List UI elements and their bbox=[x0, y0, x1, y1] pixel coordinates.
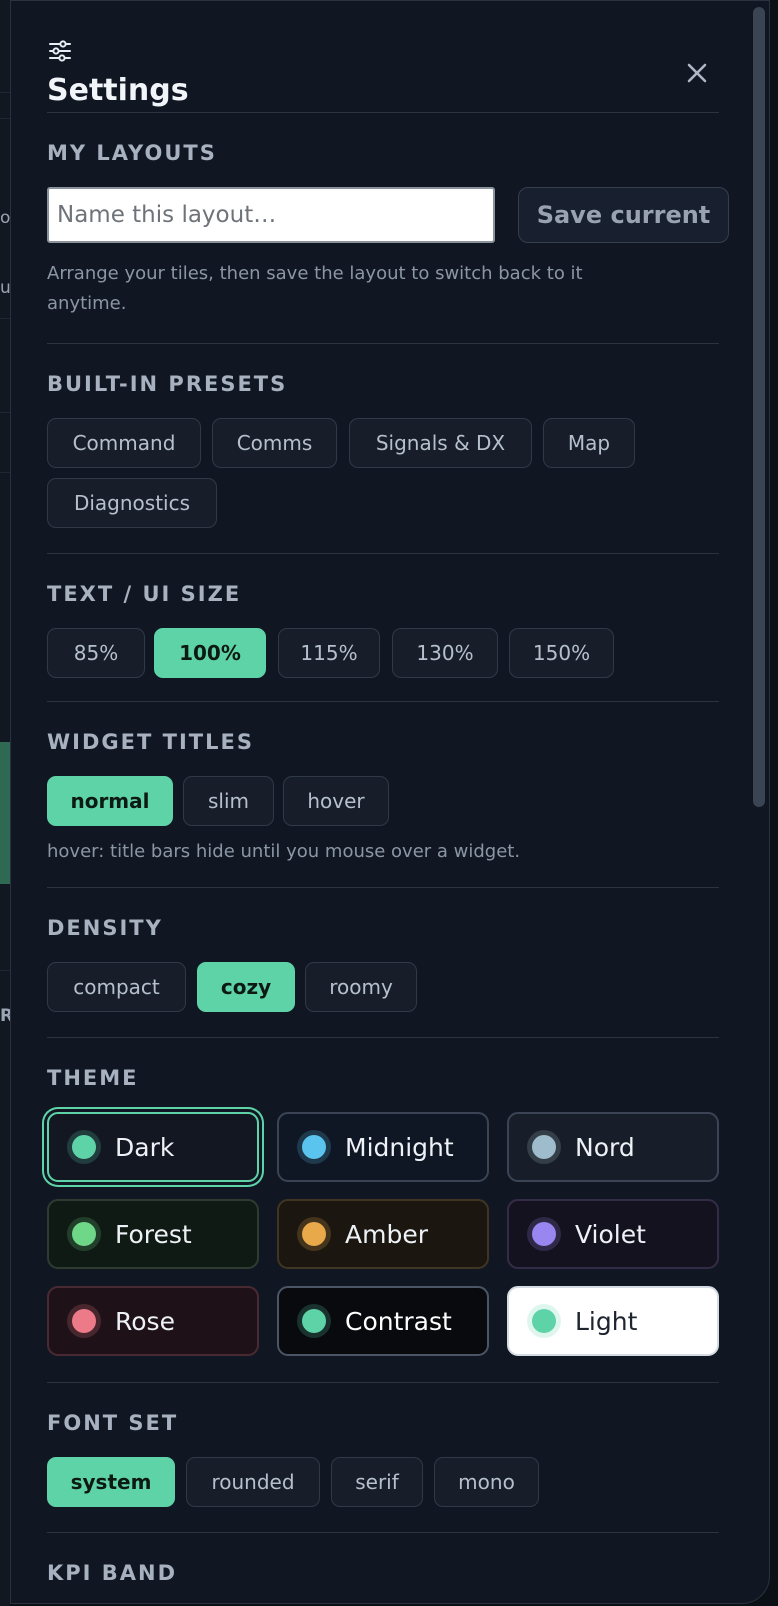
theme-label: Nord bbox=[575, 1132, 635, 1162]
density-option[interactable]: roomy bbox=[305, 962, 417, 1012]
font-option[interactable]: rounded bbox=[186, 1457, 320, 1507]
settings-content: Settings MY LAYOUTS Save current Arrange… bbox=[47, 1, 729, 1603]
preset-comms-button[interactable]: Comms bbox=[212, 418, 337, 468]
section-kpi-band: KPI BAND bbox=[47, 1533, 719, 1603]
theme-label: Midnight bbox=[345, 1132, 454, 1162]
section-title: KPI BAND bbox=[47, 1561, 178, 1585]
widget-title-option[interactable]: slim bbox=[183, 776, 274, 826]
page-title: Settings bbox=[47, 73, 189, 108]
save-current-button[interactable]: Save current bbox=[518, 187, 729, 243]
size-option[interactable]: 115% bbox=[278, 628, 380, 678]
bg-divider bbox=[0, 92, 10, 93]
density-option-selected[interactable]: cozy bbox=[197, 962, 295, 1012]
background-text: o bbox=[0, 208, 11, 228]
section-title: BUILT-IN PRESETS bbox=[47, 372, 288, 396]
theme-swatch-icon bbox=[67, 1304, 101, 1338]
section-title: WIDGET TITLES bbox=[47, 730, 254, 754]
layout-name-input[interactable] bbox=[47, 187, 495, 243]
layouts-note-line: anytime. bbox=[47, 293, 127, 314]
bg-divider bbox=[0, 118, 10, 119]
section-title: TEXT / UI SIZE bbox=[47, 582, 242, 606]
background-tile bbox=[0, 742, 10, 884]
settings-drawer: Settings MY LAYOUTS Save current Arrange… bbox=[10, 0, 770, 1604]
section-theme: THEME Dark Midnight Nord Forest Amber Vi… bbox=[47, 1038, 719, 1383]
theme-rose-button[interactable]: Rose bbox=[47, 1286, 259, 1356]
section-density: DENSITY compact cozy roomy bbox=[47, 888, 719, 1038]
preset-command-button[interactable]: Command bbox=[47, 418, 201, 468]
theme-swatch-icon bbox=[527, 1304, 561, 1338]
theme-swatch-icon bbox=[297, 1130, 331, 1164]
theme-swatch-icon bbox=[297, 1304, 331, 1338]
size-option[interactable]: 150% bbox=[509, 628, 614, 678]
font-option[interactable]: mono bbox=[434, 1457, 539, 1507]
preset-diagnostics-button[interactable]: Diagnostics bbox=[47, 478, 217, 528]
size-option[interactable]: 130% bbox=[392, 628, 498, 678]
section-widget-titles: WIDGET TITLES normal slim hover hover: t… bbox=[47, 702, 719, 888]
preset-signals-button[interactable]: Signals & DX bbox=[349, 418, 532, 468]
bg-divider bbox=[0, 412, 10, 413]
size-option[interactable]: 85% bbox=[47, 628, 145, 678]
theme-label: Contrast bbox=[345, 1306, 452, 1336]
theme-midnight-button[interactable]: Midnight bbox=[277, 1112, 489, 1182]
size-option-selected[interactable]: 100% bbox=[154, 628, 266, 678]
font-option-selected[interactable]: system bbox=[47, 1457, 175, 1507]
section-title: MY LAYOUTS bbox=[47, 141, 217, 165]
section-title: DENSITY bbox=[47, 916, 163, 940]
theme-label: Dark bbox=[115, 1132, 175, 1162]
theme-label: Amber bbox=[345, 1219, 428, 1249]
section-title: FONT SET bbox=[47, 1411, 179, 1435]
widget-titles-note: hover: title bars hide until you mouse o… bbox=[47, 841, 521, 862]
theme-nord-button[interactable]: Nord bbox=[507, 1112, 719, 1182]
sliders-icon bbox=[49, 40, 71, 62]
widget-title-option[interactable]: hover bbox=[283, 776, 389, 826]
theme-label: Forest bbox=[115, 1219, 192, 1249]
theme-dark-button[interactable]: Dark bbox=[47, 1112, 259, 1182]
section-text-size: TEXT / UI SIZE 85% 100% 115% 130% 150% bbox=[47, 554, 719, 702]
bg-divider bbox=[0, 318, 10, 319]
bg-divider bbox=[0, 970, 10, 971]
theme-label: Violet bbox=[575, 1219, 646, 1249]
theme-amber-button[interactable]: Amber bbox=[277, 1199, 489, 1269]
close-icon[interactable] bbox=[683, 59, 711, 87]
widget-title-option-selected[interactable]: normal bbox=[47, 776, 173, 826]
theme-swatch-icon bbox=[527, 1130, 561, 1164]
settings-header: Settings bbox=[47, 1, 719, 113]
layouts-note: Arrange your tiles, then save the layout… bbox=[47, 259, 583, 319]
section-font-set: FONT SET system rounded serif mono bbox=[47, 1383, 719, 1533]
theme-forest-button[interactable]: Forest bbox=[47, 1199, 259, 1269]
layouts-note-line: Arrange your tiles, then save the layout… bbox=[47, 263, 583, 284]
section-my-layouts: MY LAYOUTS Save current Arrange your til… bbox=[47, 113, 729, 344]
scrollbar-thumb[interactable] bbox=[753, 7, 765, 807]
font-option[interactable]: serif bbox=[331, 1457, 423, 1507]
preset-map-button[interactable]: Map bbox=[543, 418, 635, 468]
theme-label: Light bbox=[575, 1306, 638, 1336]
theme-violet-button[interactable]: Violet bbox=[507, 1199, 719, 1269]
bg-divider bbox=[0, 472, 10, 473]
section-presets: BUILT-IN PRESETS Command Comms Signals &… bbox=[47, 344, 719, 554]
theme-light-button[interactable]: Light bbox=[507, 1286, 719, 1356]
theme-swatch-icon bbox=[527, 1217, 561, 1251]
theme-swatch-icon bbox=[67, 1130, 101, 1164]
theme-contrast-button[interactable]: Contrast bbox=[277, 1286, 489, 1356]
density-option[interactable]: compact bbox=[47, 962, 186, 1012]
theme-swatch-icon bbox=[67, 1217, 101, 1251]
theme-swatch-icon bbox=[297, 1217, 331, 1251]
section-title: THEME bbox=[47, 1066, 139, 1090]
theme-label: Rose bbox=[115, 1306, 175, 1336]
